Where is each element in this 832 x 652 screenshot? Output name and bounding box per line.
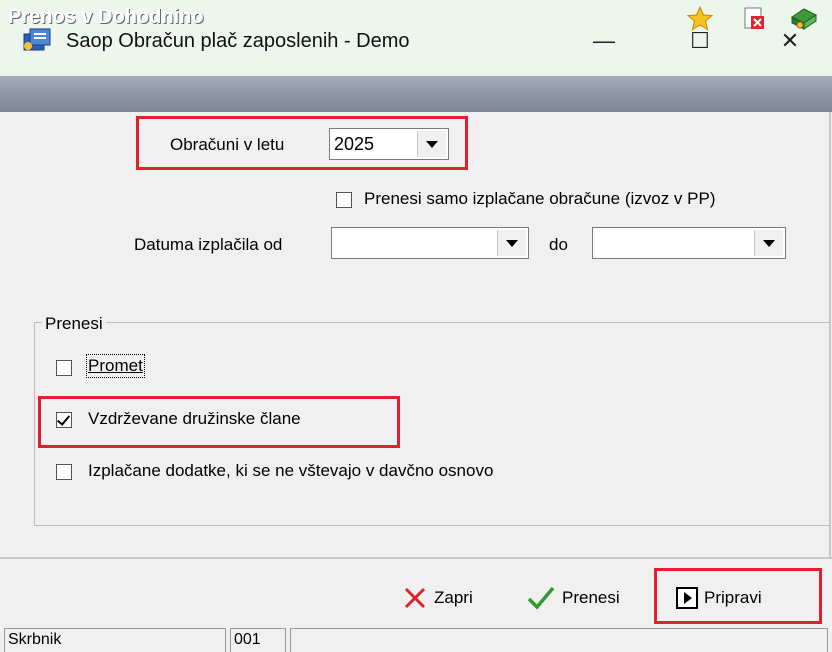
chevron-down-icon[interactable] [417,131,446,157]
date-from-combo[interactable] [331,227,529,259]
close-button-label: Zapri [434,588,473,607]
promet-label: Promet [86,354,145,378]
date-from-label: Datuma izplačila od [134,235,283,254]
family-label: Vzdrževane družinske člane [88,409,301,428]
checkmark-icon [527,586,555,610]
only-paid-label: Prenesi samo izplačane obračune (izvoz v… [364,189,716,208]
family-checkbox[interactable] [56,412,72,428]
transfer-button[interactable]: Prenesi [526,578,620,618]
close-x-icon [404,587,426,609]
status-code: 001 [230,628,286,652]
year-combo[interactable]: 2025 [329,128,449,160]
help-book-icon[interactable] [790,5,818,31]
minimize-button[interactable]: — [576,20,632,62]
panel-header [0,76,832,112]
app-icon [23,28,51,51]
close-button[interactable]: Zapri [402,578,473,618]
date-to-combo[interactable] [592,227,786,259]
play-icon [676,587,698,609]
maximize-icon: ☐ [690,28,710,53]
year-value: 2025 [334,134,375,154]
status-message [290,628,828,652]
footer-separator [0,557,832,559]
panel-title: Prenos v Dohodnino [8,6,204,28]
window-title: Saop Obračun plač zaposlenih - Demo [66,30,410,52]
delete-document-icon[interactable] [740,5,768,31]
date-to-label-text: do [549,235,568,254]
prepare-button[interactable]: Pripravi [676,578,762,618]
year-label: Obračuni v letu [170,135,285,154]
chevron-down-icon[interactable] [497,230,526,256]
transfer-button-label: Prenesi [562,588,620,607]
allowances-checkbox[interactable] [56,464,72,480]
only-paid-checkbox[interactable] [336,192,352,208]
promet-checkbox[interactable] [56,360,72,376]
close-icon: ✕ [780,28,800,53]
status-user: Skrbnik [4,628,226,652]
minimize-icon: — [593,28,615,53]
chevron-down-icon[interactable] [754,230,783,256]
group-title: Prenesi [42,314,106,334]
star-icon[interactable] [686,5,714,31]
allowances-label: Izplačane dodatke, ki se ne vštevajo v d… [88,461,494,480]
prepare-button-label: Pripravi [704,588,762,607]
